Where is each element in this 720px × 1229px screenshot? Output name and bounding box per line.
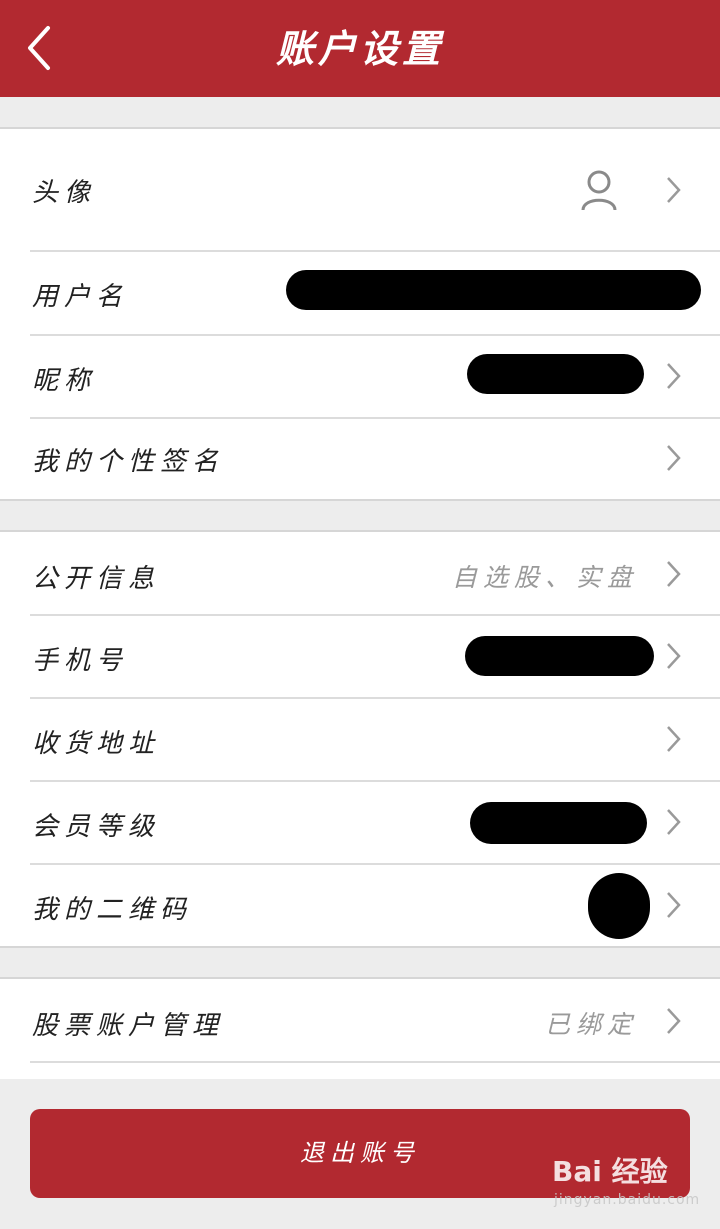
public-info-value: 自选股、实盘 [451,563,638,592]
page-title: 账户设置 [275,26,444,71]
chevron-right-icon [667,643,681,669]
nickname-row[interactable]: 昵称 [0,336,720,417]
chevron-right-icon [667,363,681,389]
stock-account-value: 已绑定 [544,1010,638,1039]
qrcode-label: 我的二维码 [32,895,193,925]
username-label: 用户名 [32,282,129,312]
info-group: 公开信息 自选股、实盘 手机号 收货地址 会员等级 我的二维码 [0,530,720,948]
user-avatar-icon [581,170,617,211]
stock-account-label: 股票账户管理 [32,1011,225,1041]
nickname-redaction [467,354,644,394]
address-row[interactable]: 收货地址 [0,699,720,780]
chevron-right-icon [667,445,681,471]
baidu-jingyan-watermark: Bai 经验 jingyan.baidu.com [552,1150,699,1220]
username-redaction [286,270,701,310]
avatar-row[interactable]: 头像 [0,129,720,250]
chevron-right-icon [667,561,681,587]
phone-row[interactable]: 手机号 [0,616,720,697]
account-group: 股票账户管理 已绑定 [0,977,720,1079]
avatar-label: 头像 [32,178,97,208]
profile-group: 头像 用户名 昵称 我的个性签名 [0,127,720,501]
member-level-row[interactable]: 会员等级 [0,782,720,863]
nickname-label: 昵称 [32,366,97,396]
chevron-right-icon [667,726,681,752]
phone-redaction [465,636,654,676]
username-row: 用户名 [0,252,720,334]
public-info-label: 公开信息 [32,564,161,594]
member-level-label: 会员等级 [32,812,161,842]
address-label: 收货地址 [32,729,161,759]
public-info-row[interactable]: 公开信息 自选股、实盘 [0,532,720,614]
qrcode-row[interactable]: 我的二维码 [0,865,720,946]
qrcode-redaction [588,873,650,939]
signature-label: 我的个性签名 [32,447,225,477]
watermark-logo: Bai 经验 [552,1155,668,1188]
stock-account-row[interactable]: 股票账户管理 已绑定 [0,979,720,1061]
phone-label: 手机号 [32,646,129,676]
divider [30,1061,720,1063]
watermark-url: jingyan.baidu.com [554,1192,701,1208]
signature-row[interactable]: 我的个性签名 [0,419,720,499]
chevron-right-icon [667,1008,681,1034]
member-level-redaction [470,802,647,844]
chevron-right-icon [667,177,681,203]
chevron-right-icon [667,892,681,918]
app-header: 账户设置 [0,0,720,97]
chevron-right-icon [667,809,681,835]
